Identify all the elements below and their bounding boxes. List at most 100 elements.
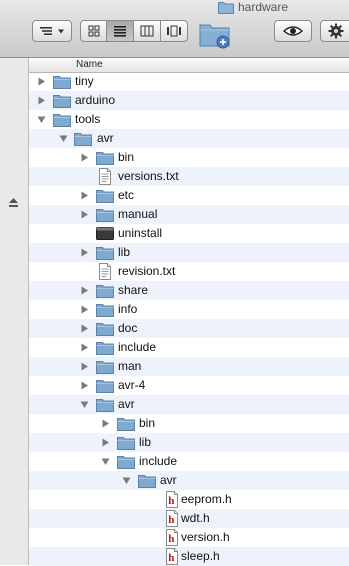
cover-flow-button[interactable]: [161, 20, 188, 42]
list-row-label: doc: [118, 321, 138, 335]
svg-text:h: h: [168, 552, 174, 564]
list-row[interactable]: avr: [29, 395, 349, 414]
header-file-icon: h: [162, 529, 182, 546]
quick-look-button[interactable]: [274, 20, 312, 42]
list-row-label: arduino: [75, 93, 116, 107]
disclosure-triangle-closed-icon[interactable]: [80, 248, 89, 257]
list-row[interactable]: uninstall: [29, 224, 349, 243]
disclosure-triangle-open-icon[interactable]: [59, 134, 68, 143]
list-row-label: wdt.h: [181, 511, 210, 525]
list-row[interactable]: doc: [29, 319, 349, 338]
icon-view-button[interactable]: [80, 20, 107, 42]
text-file-icon: [95, 263, 115, 280]
name-column-header[interactable]: Name: [29, 58, 349, 73]
folder-icon: [95, 377, 115, 394]
list-row-label: bin: [118, 150, 135, 164]
disclosure-triangle-closed-icon[interactable]: [80, 191, 89, 200]
list-row[interactable]: versions.txt: [29, 167, 349, 186]
disclosure-triangle-closed-icon[interactable]: [80, 362, 89, 371]
svg-text:h: h: [168, 514, 174, 526]
list-row-label: etc: [118, 188, 135, 202]
disclosure-triangle-closed-icon[interactable]: [80, 286, 89, 295]
header-file-icon: h: [162, 548, 182, 565]
list-row[interactable]: include: [29, 452, 349, 471]
window-title: hardware: [218, 0, 288, 15]
list-row-label: manual: [118, 207, 158, 221]
icon-view-icon: [88, 25, 99, 37]
list-row[interactable]: revision.txt: [29, 262, 349, 281]
list-row[interactable]: avr: [29, 129, 349, 148]
disclosure-triangle-closed-icon[interactable]: [80, 153, 89, 162]
disclosure-triangle-open-icon[interactable]: [37, 115, 46, 124]
list-row-label: uninstall: [118, 226, 163, 240]
disclosure-triangle-closed-icon[interactable]: [80, 324, 89, 333]
folder-icon: [95, 282, 115, 299]
new-folder-button[interactable]: [198, 18, 232, 50]
list-row[interactable]: bin: [29, 148, 349, 167]
folder-icon: [116, 415, 136, 432]
column-view-button[interactable]: [134, 20, 161, 42]
folder-icon: [95, 320, 115, 337]
disclosure-triangle-closed-icon[interactable]: [37, 96, 46, 105]
disclosure-triangle-open-icon[interactable]: [122, 476, 131, 485]
list-view-icon: [114, 26, 126, 37]
list-row[interactable]: lib: [29, 433, 349, 452]
list-row[interactable]: h wdt.h: [29, 509, 349, 528]
arrange-button[interactable]: [32, 20, 72, 42]
eye-icon: [283, 26, 303, 36]
list-row[interactable]: avr: [29, 471, 349, 490]
folder-icon: [52, 92, 72, 109]
eject-icon[interactable]: [8, 197, 19, 211]
list-row-label: tools: [75, 112, 101, 126]
list-row[interactable]: h version.h: [29, 528, 349, 547]
disclosure-triangle-closed-icon[interactable]: [80, 381, 89, 390]
list-row[interactable]: man: [29, 357, 349, 376]
list-row[interactable]: h eeprom.h: [29, 490, 349, 509]
folder-icon: [95, 206, 115, 223]
list-row[interactable]: include: [29, 338, 349, 357]
disclosure-triangle-open-icon[interactable]: [80, 400, 89, 409]
list-row[interactable]: share: [29, 281, 349, 300]
folder-icon: [73, 130, 93, 147]
list-row[interactable]: info: [29, 300, 349, 319]
disclosure-triangle-closed-icon[interactable]: [80, 343, 89, 352]
list-row[interactable]: tiny: [29, 72, 349, 91]
list-row[interactable]: lib: [29, 243, 349, 262]
list-row[interactable]: bin: [29, 414, 349, 433]
list-row[interactable]: avr-4: [29, 376, 349, 395]
list-row[interactable]: h sleep.h: [29, 547, 349, 566]
list-row-label: tiny: [75, 74, 94, 88]
file-list: tiny arduino tools avr bin versions.txt etc man…: [29, 72, 349, 566]
window-title-text: hardware: [238, 0, 289, 14]
disclosure-triangle-closed-icon[interactable]: [37, 77, 46, 86]
text-file-icon: [95, 168, 115, 185]
disclosure-triangle-closed-icon[interactable]: [80, 305, 89, 314]
disclosure-triangle-closed-icon[interactable]: [101, 419, 110, 428]
folder-icon: [95, 301, 115, 318]
arrange-icon: [40, 27, 64, 35]
sidebar: [0, 58, 29, 565]
folder-icon: [52, 111, 72, 128]
list-row-label: avr: [160, 473, 177, 487]
list-row-label: sleep.h: [181, 549, 220, 563]
column-view-icon: [140, 25, 154, 37]
list-view-button[interactable]: [107, 20, 134, 42]
folder-icon: [95, 187, 115, 204]
disclosure-triangle-open-icon[interactable]: [101, 457, 110, 466]
toolbar: hardware: [0, 0, 349, 58]
list-row[interactable]: etc: [29, 186, 349, 205]
list-row[interactable]: tools: [29, 110, 349, 129]
disclosure-triangle-closed-icon[interactable]: [101, 438, 110, 447]
folder-icon: [95, 244, 115, 261]
disclosure-triangle-closed-icon[interactable]: [80, 210, 89, 219]
list-row-label: include: [139, 454, 178, 468]
action-button[interactable]: [320, 20, 349, 42]
list-row-label: include: [118, 340, 157, 354]
svg-text:h: h: [168, 533, 174, 545]
list-row[interactable]: manual: [29, 205, 349, 224]
cover-flow-icon: [167, 25, 181, 37]
list-row-label: avr: [118, 397, 135, 411]
list-row[interactable]: arduino: [29, 91, 349, 110]
list-row-label: man: [118, 359, 142, 373]
view-mode-control: [80, 20, 188, 42]
